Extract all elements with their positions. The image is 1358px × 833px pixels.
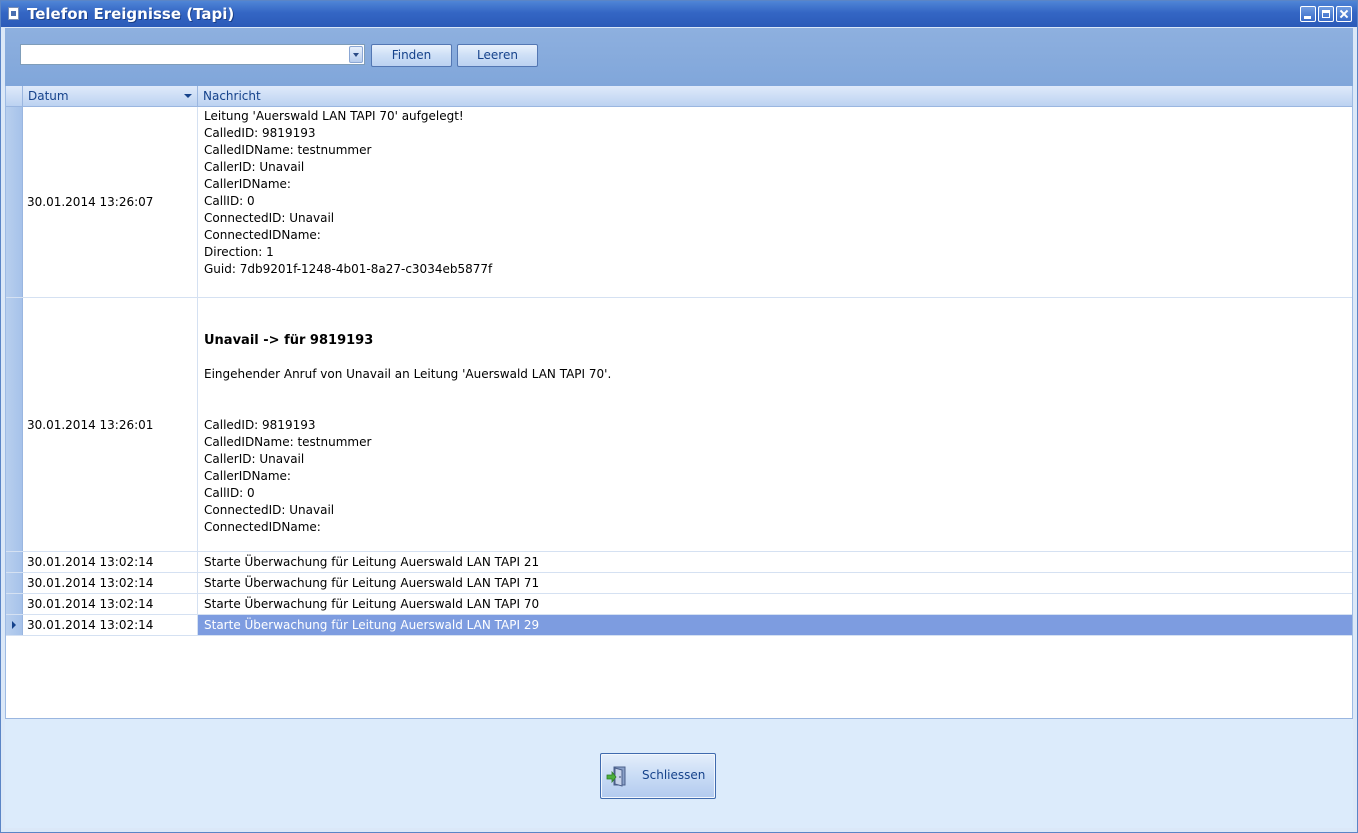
message-heading: Unavail -> für 9819193: [204, 333, 374, 348]
chevron-down-icon[interactable]: [349, 46, 363, 63]
message-line: ConnectedIDName:: [204, 228, 321, 242]
message-line: CallID: 0: [204, 486, 255, 500]
table-row[interactable]: 30.01.2014 13:26:07 Leitung 'Auerswald L…: [6, 107, 1352, 298]
search-input[interactable]: [21, 45, 347, 64]
message-cell: Unavail -> für 9819193 Eingehender Anruf…: [198, 298, 1352, 551]
message-cell: Starte Überwachung für Leitung Auerswald…: [198, 615, 1352, 635]
message-cell: Starte Überwachung für Leitung Auerswald…: [204, 576, 540, 590]
message-line: CalledID: 9819193: [204, 126, 316, 140]
date-cell: 30.01.2014 13:02:14: [23, 615, 198, 635]
date-text: 30.01.2014 13:02:14: [27, 555, 154, 569]
message-line: ConnectedID: Unavail: [204, 503, 335, 517]
message-line: ConnectedIDName:: [204, 520, 321, 534]
tapi-events-window: Telefon Ereignisse (Tapi) Finden Leeren …: [0, 0, 1358, 833]
find-button[interactable]: Finden: [371, 44, 452, 67]
message-line: ConnectedID: Unavail: [204, 211, 335, 225]
message-line: CallerIDName:: [204, 177, 291, 191]
row-indicator[interactable]: [6, 298, 23, 551]
row-indicator[interactable]: [6, 573, 23, 593]
close-button[interactable]: Schliessen: [600, 753, 716, 799]
date-cell: 30.01.2014 13:26:07: [23, 107, 198, 297]
column-header-nachricht[interactable]: Nachricht: [198, 86, 1348, 107]
message-line: CallerIDName:: [204, 469, 291, 483]
header-row-indicator: [6, 86, 23, 107]
message-line: Guid: 7db9201f-1248-4b01-8a27-c3034eb587…: [204, 262, 493, 276]
message-cell: Leitung 'Auerswald LAN TAPI 70' aufgeleg…: [198, 107, 1352, 297]
message-line: Leitung 'Auerswald LAN TAPI 70' aufgeleg…: [204, 109, 464, 123]
message-line: Direction: 1: [204, 245, 274, 259]
date-text: 30.01.2014 13:02:14: [27, 576, 154, 590]
message-line: CallID: 0: [204, 194, 255, 208]
date-text: 30.01.2014 13:02:14: [27, 597, 154, 611]
table-row[interactable]: 30.01.2014 13:26:01 Unavail -> für 98191…: [6, 298, 1352, 552]
table-row[interactable]: 30.01.2014 13:02:14 Starte Überwachung f…: [6, 552, 1352, 573]
message-line: CalledIDName: testnummer: [204, 435, 372, 449]
title-bar[interactable]: Telefon Ereignisse (Tapi): [1, 1, 1357, 27]
column-header-datum[interactable]: Datum: [23, 86, 198, 107]
current-row-indicator-icon[interactable]: [6, 615, 23, 635]
date-text: 30.01.2014 13:02:14: [27, 618, 154, 632]
exit-door-icon: [606, 766, 626, 787]
grid-header: Datum Nachricht: [6, 86, 1352, 107]
date-cell: 30.01.2014 13:02:14: [23, 552, 198, 572]
row-indicator[interactable]: [6, 107, 23, 297]
table-row[interactable]: 30.01.2014 13:02:14 Starte Überwachung f…: [6, 573, 1352, 594]
app-icon[interactable]: [8, 7, 19, 20]
date-text: 30.01.2014 13:26:01: [27, 417, 154, 432]
message-cell: Starte Überwachung für Leitung Auerswald…: [204, 555, 540, 569]
search-combobox[interactable]: [20, 44, 365, 65]
maximize-button[interactable]: [1318, 6, 1334, 22]
date-text: 30.01.2014 13:26:07: [27, 195, 154, 209]
message-line: CalledIDName: testnummer: [204, 143, 372, 157]
search-toolbar: Finden Leeren: [5, 28, 1353, 86]
date-cell: 30.01.2014 13:26:01: [23, 298, 198, 551]
table-row[interactable]: 30.01.2014 13:02:14 Starte Überwachung f…: [6, 594, 1352, 615]
minimize-button[interactable]: [1300, 6, 1316, 22]
close-window-button[interactable]: [1336, 6, 1352, 22]
window-title: Telefon Ereignisse (Tapi): [27, 5, 235, 23]
column-header-label: Nachricht: [203, 89, 261, 103]
message-intro: Eingehender Anruf von Unavail an Leitung…: [204, 367, 612, 381]
row-indicator[interactable]: [6, 552, 23, 572]
date-cell: 30.01.2014 13:02:14: [23, 573, 198, 593]
close-button-label: Schliessen: [642, 768, 706, 782]
table-row-selected[interactable]: 30.01.2014 13:02:14 Starte Überwachung f…: [6, 615, 1352, 636]
events-grid: Datum Nachricht 30.01.2014 13:26:07 Leit…: [5, 86, 1353, 718]
message-line: CallerID: Unavail: [204, 160, 305, 174]
sort-descending-icon: [184, 94, 192, 98]
column-header-label: Datum: [28, 89, 69, 103]
footer-panel: Schliessen: [5, 718, 1353, 828]
date-cell: 30.01.2014 13:02:14: [23, 594, 198, 614]
message-cell: Starte Überwachung für Leitung Auerswald…: [204, 597, 540, 611]
message-line: CallerID: Unavail: [204, 452, 305, 466]
message-line: CalledID: 9819193: [204, 418, 316, 432]
row-indicator[interactable]: [6, 594, 23, 614]
clear-button[interactable]: Leeren: [457, 44, 538, 67]
